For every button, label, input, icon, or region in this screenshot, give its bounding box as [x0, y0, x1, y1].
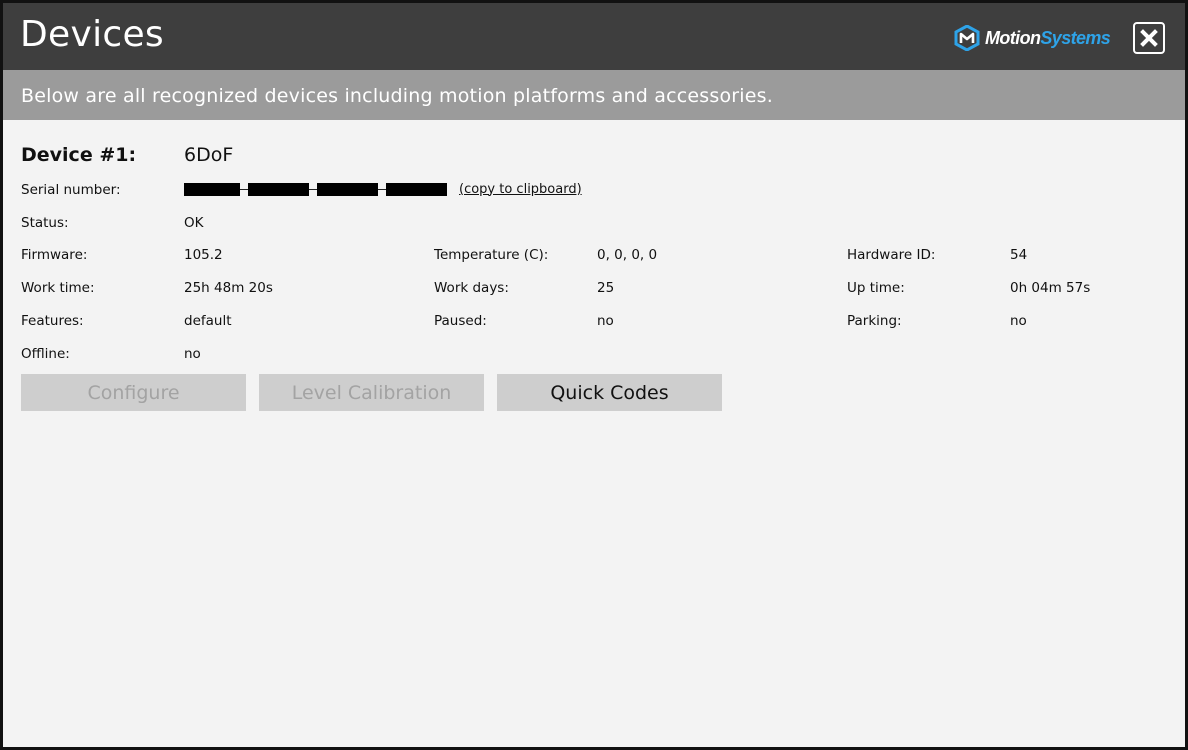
paused-value: no	[597, 313, 614, 329]
status-label: Status:	[21, 215, 69, 231]
quick-codes-button[interactable]: Quick Codes	[497, 374, 722, 411]
hardware-id-value: 54	[1010, 247, 1028, 263]
up-time-label: Up time:	[847, 280, 905, 296]
up-time-value: 0h 04m 57s	[1010, 280, 1091, 296]
close-icon	[1140, 29, 1158, 47]
redacted-block	[184, 182, 240, 196]
serial-number-label: Serial number:	[21, 182, 121, 198]
work-time-value: 25h 48m 20s	[184, 280, 273, 296]
brand-logo: MotionSystems	[954, 23, 1111, 53]
brand-name: MotionSystems	[985, 25, 1111, 51]
work-days-value: 25	[597, 280, 615, 296]
brand-name-part1: Motion	[985, 28, 1041, 48]
redacted-block	[386, 182, 447, 196]
offline-label: Offline:	[21, 346, 70, 362]
brand-name-part2: Systems	[1040, 28, 1111, 48]
firmware-value: 105.2	[184, 247, 223, 263]
serial-separator	[378, 188, 386, 190]
title-bar: Devices MotionSystems	[3, 3, 1185, 70]
work-days-label: Work days:	[434, 280, 509, 296]
features-value: default	[184, 313, 232, 329]
device-panel: Device #1: 6DoF Serial number: (copy to …	[3, 120, 1185, 747]
paused-label: Paused:	[434, 313, 487, 329]
serial-separator	[309, 188, 317, 190]
serial-separator	[240, 188, 248, 190]
configure-button[interactable]: Configure	[21, 374, 246, 411]
copy-to-clipboard-link[interactable]: (copy to clipboard)	[459, 182, 582, 197]
temperature-value: 0, 0, 0, 0	[597, 247, 658, 263]
work-time-label: Work time:	[21, 280, 95, 296]
features-label: Features:	[21, 313, 84, 329]
hardware-id-label: Hardware ID:	[847, 247, 936, 263]
device-name: 6DoF	[184, 144, 234, 166]
subheader-description: Below are all recognized devices includi…	[21, 85, 774, 107]
redacted-block	[317, 182, 378, 196]
parking-value: no	[1010, 313, 1027, 329]
firmware-label: Firmware:	[21, 247, 88, 263]
window-title: Devices	[20, 14, 164, 55]
serial-number-value: (copy to clipboard)	[184, 181, 582, 197]
subheader-bar: Below are all recognized devices includi…	[3, 70, 1185, 120]
temperature-label: Temperature (C):	[434, 247, 549, 263]
motionsystems-logo-icon	[954, 25, 980, 51]
redacted-block	[248, 182, 309, 196]
devices-window: Devices MotionSystems Below are all reco…	[0, 0, 1188, 750]
parking-label: Parking:	[847, 313, 902, 329]
close-button[interactable]	[1133, 22, 1165, 54]
level-calibration-button[interactable]: Level Calibration	[259, 374, 484, 411]
device-number-label: Device #1:	[21, 144, 137, 166]
offline-value: no	[184, 346, 201, 362]
status-value: OK	[184, 215, 204, 231]
